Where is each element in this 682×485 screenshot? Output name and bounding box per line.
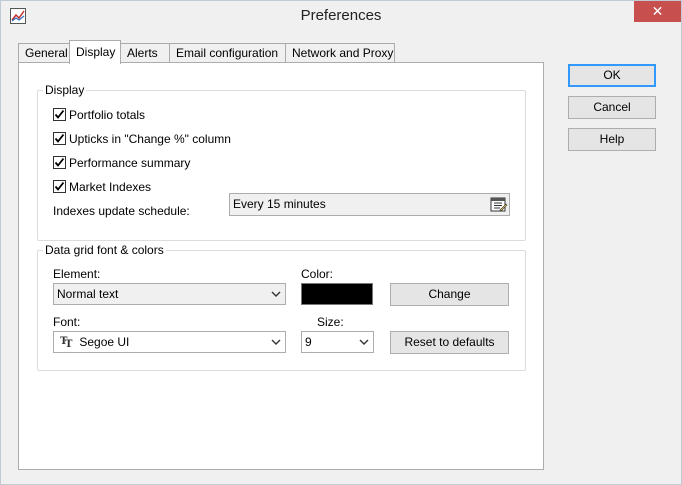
size-value: 9 bbox=[305, 335, 312, 349]
title-bar[interactable]: Preferences ✕ bbox=[1, 1, 681, 31]
color-swatch[interactable] bbox=[301, 283, 373, 305]
chevron-down-icon bbox=[271, 284, 281, 304]
element-select[interactable]: Normal text bbox=[53, 283, 286, 305]
size-select[interactable]: 9 bbox=[301, 331, 374, 353]
checkbox-checked-icon[interactable] bbox=[53, 132, 66, 145]
cancel-button[interactable]: Cancel bbox=[568, 96, 656, 119]
upticks-checkbox[interactable]: Upticks in "Change %" column bbox=[53, 131, 231, 147]
checkbox-checked-icon[interactable] bbox=[53, 108, 66, 121]
market-indexes-label: Market Indexes bbox=[69, 180, 152, 194]
tab-alerts[interactable]: Alerts bbox=[120, 43, 170, 63]
svg-text:T: T bbox=[65, 339, 73, 348]
window-title: Preferences bbox=[300, 7, 382, 24]
color-label: Color: bbox=[301, 267, 334, 281]
tab-network-and-proxy[interactable]: Network and Proxy bbox=[285, 43, 395, 63]
tab-email-configuration[interactable]: Email configuration bbox=[169, 43, 286, 63]
close-button[interactable]: ✕ bbox=[634, 1, 681, 22]
close-icon: ✕ bbox=[651, 3, 664, 19]
chevron-down-icon bbox=[359, 332, 369, 352]
font-value: Segoe UI bbox=[79, 335, 130, 349]
market-indexes-checkbox[interactable]: Market Indexes bbox=[53, 179, 151, 195]
portfolio-totals-label: Portfolio totals bbox=[69, 108, 146, 122]
element-label: Element: bbox=[53, 267, 101, 281]
portfolio-totals-checkbox[interactable]: Portfolio totals bbox=[53, 107, 145, 123]
upticks-label: Upticks in "Change %" column bbox=[69, 132, 231, 146]
preferences-window: Preferences ✕ General Display Alerts Ema… bbox=[0, 0, 682, 485]
data-grid-group-label: Data grid font & colors bbox=[43, 243, 166, 257]
tab-general[interactable]: General bbox=[18, 43, 70, 63]
display-group-label: Display bbox=[43, 83, 87, 97]
schedule-edit-icon[interactable] bbox=[489, 195, 508, 214]
ok-button[interactable]: OK bbox=[568, 64, 656, 87]
truetype-font-icon: T T bbox=[60, 332, 76, 352]
checkbox-checked-icon[interactable] bbox=[53, 156, 66, 169]
tab-display[interactable]: Display bbox=[69, 40, 121, 64]
schedule-field[interactable]: Every 15 minutes bbox=[229, 193, 510, 216]
display-tab-panel: Display Portfolio totals Upticks in "Cha… bbox=[18, 62, 544, 470]
font-select[interactable]: T T Segoe UI bbox=[53, 331, 286, 353]
schedule-value: Every 15 minutes bbox=[233, 197, 326, 211]
help-button[interactable]: Help bbox=[568, 128, 656, 151]
schedule-label: Indexes update schedule: bbox=[53, 204, 190, 218]
performance-summary-label: Performance summary bbox=[69, 156, 191, 170]
performance-summary-checkbox[interactable]: Performance summary bbox=[53, 155, 190, 171]
element-value: Normal text bbox=[57, 287, 119, 301]
checkbox-checked-icon[interactable] bbox=[53, 180, 66, 193]
reset-to-defaults-button[interactable]: Reset to defaults bbox=[390, 331, 509, 354]
change-button[interactable]: Change bbox=[390, 283, 509, 306]
chevron-down-icon bbox=[271, 332, 281, 352]
size-label: Size: bbox=[317, 315, 344, 329]
font-label: Font: bbox=[53, 315, 81, 329]
